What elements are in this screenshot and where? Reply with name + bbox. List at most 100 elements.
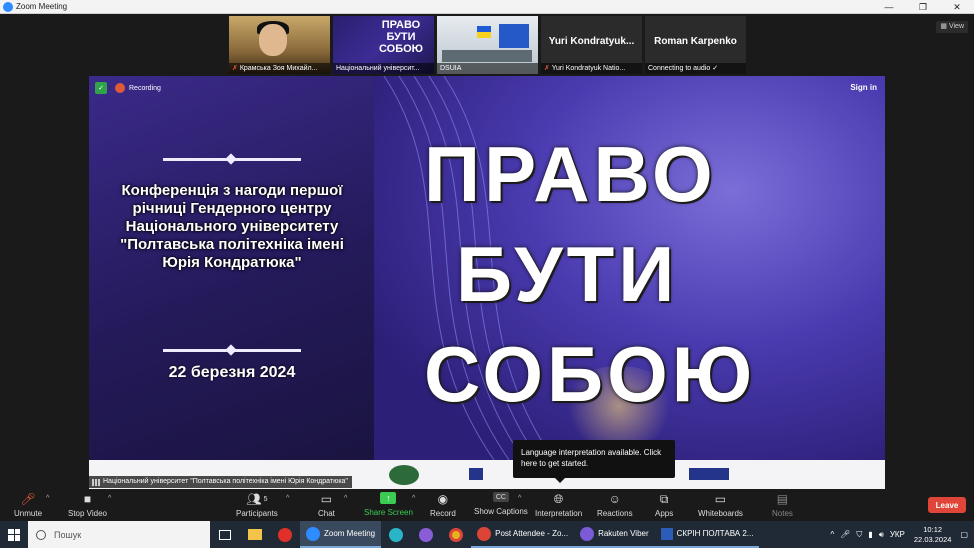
participant-name: DSUIA [437,63,538,74]
file-explorer-icon[interactable] [240,521,270,548]
partner-logo-icon [389,465,419,485]
muted-mic-icon: 🎤︎ [20,492,36,506]
participant-name: ✗ Крамська Зоя Михайл... [229,63,330,74]
share-screen-icon: ↑ [380,492,397,504]
participant-tile[interactable]: ✗ Крамська Зоя Михайл... [229,16,330,74]
apps-icon: ⧉ [659,491,669,506]
viber-icon [580,526,595,541]
windows-taskbar: Пошук Zoom Meeting Post Attendee - Zo...… [0,521,974,548]
close-button[interactable]: ✕ [940,0,974,14]
window-controls: — ❐ ✕ [872,0,974,14]
keyboard-language[interactable]: УКР [887,530,908,539]
minimize-button[interactable]: — [872,0,906,14]
share-screen-button[interactable]: ↑ Share Screen [364,492,413,517]
unmute-button[interactable]: 🎤︎ Unmute [14,492,42,518]
participants-icon: 👥︎ 5 [246,492,268,506]
drop-icon[interactable] [411,521,441,548]
zoom-icon [306,526,320,541]
slide-divider [163,344,301,356]
windows-logo-icon [8,528,20,541]
task-view-icon[interactable] [210,521,240,548]
interpretation-button[interactable]: 🌐︎ Interpretation [535,491,582,519]
chat-button[interactable]: ▭ Chat [318,492,335,518]
participants-chevron-icon[interactable]: ^ [286,495,289,502]
muted-mic-icon: ✗ [232,65,240,72]
participant-tile[interactable]: Roman Karpenko Connecting to audio ✓ [645,16,746,74]
record-icon: ◉ [437,492,449,506]
record-icon [115,83,125,93]
participant-strip: ✗ Крамська Зоя Михайл... ПРАВО БУТИ СОБО… [229,16,746,74]
taskbar-app-viber[interactable]: Rakuten Viber [574,521,655,548]
participant-tile[interactable]: DSUIA [437,16,538,74]
participant-display-name: Roman Karpenko [654,36,737,47]
mic-icon[interactable]: 🎤︎ [837,530,853,539]
recording-label: Recording [129,84,161,92]
smile-icon: ☺ [608,492,621,506]
taskbar-clock[interactable]: 10:12 22.03.2024 [908,525,958,545]
signal-icon [92,479,100,486]
chat-chevron-icon[interactable]: ^ [344,495,347,502]
maximize-button[interactable]: ❐ [906,0,940,14]
network-icon[interactable]: ▮ [865,530,875,539]
taskbar-app-word[interactable]: СКРІН ПОЛТАВА 2... [654,521,760,548]
audio-options-chevron-icon[interactable]: ^ [46,495,49,502]
participant-tile[interactable]: ПРАВО БУТИ СОБОЮ Національний університ.… [333,16,434,74]
participants-button[interactable]: 👥︎ 5 Participants [236,492,278,518]
video-options-chevron-icon[interactable]: ^ [108,495,111,502]
view-button[interactable]: ▦ View [936,21,968,33]
taskbar-app-chrome[interactable]: Post Attendee - Zo... [471,521,575,548]
share-chevron-icon[interactable]: ^ [412,495,415,502]
conference-text: Конференція з нагоди першої річниці Генд… [120,182,344,271]
record-button[interactable]: ◉ Record [430,492,456,518]
edge-icon[interactable] [381,521,411,548]
slide-divider [163,153,301,165]
zoom-logo-icon [3,1,13,12]
sharer-caption: Національний університет "Полтавська пол… [89,476,352,488]
whiteboard-icon: ▭ [714,492,727,506]
notifications-icon[interactable]: ▢ [957,530,974,539]
search-icon [36,529,46,540]
participant-video: ПРАВО БУТИ СОБОЮ [378,19,424,55]
globe-icon: 🌐︎ [553,491,564,506]
participant-name: ✗ Yuri Kondratyuk Natio... [541,63,642,74]
search-placeholder: Пошук [54,529,82,540]
security-icon[interactable]: ⛉ [853,530,865,540]
sign-in-link[interactable]: Sign in [850,83,877,92]
opera-icon[interactable] [270,521,300,548]
notes-icon: ▤ [776,492,789,506]
participant-display-name: Yuri Kondratyuk... [548,36,635,47]
window-title: Zoom Meeting [16,2,68,11]
captions-icon: CC [492,492,509,502]
reactions-button[interactable]: ☺ Reactions [597,492,633,518]
shared-screen: ✓ Recording Sign in Конференція з нагоди… [89,76,885,489]
grid-icon: ▦ [940,23,949,30]
slide-title: ПРАВО БУТИ СОБОЮ [424,130,757,418]
recording-indicator: ✓ Recording [95,82,161,94]
participant-video [259,24,287,56]
chrome-icon[interactable] [441,521,471,548]
speaker-icon[interactable]: 🔊︎ [876,530,887,540]
interpretation-tooltip[interactable]: Language interpretation available. Click… [513,440,675,483]
meeting-toolbar: 🎤︎ Unmute ^ ■ Stop Video ^ 👥︎ 5 Participa… [0,489,974,521]
notes-button[interactable]: ▤ Notes [772,492,793,518]
apps-button[interactable]: ⧉ Apps [655,491,673,519]
partner-logo-icon [469,468,483,480]
taskbar-search[interactable]: Пошук [28,521,210,548]
chat-icon: ▭ [320,492,333,506]
shield-icon[interactable]: ✓ [95,82,107,94]
whiteboards-button[interactable]: ▭ Whiteboards [698,492,743,518]
stop-video-button[interactable]: ■ Stop Video [68,492,107,518]
participant-tile[interactable]: Yuri Kondratyuk... ✗ Yuri Kondratyuk Nat… [541,16,642,74]
leave-button[interactable]: Leave [928,497,966,513]
participant-status: Connecting to audio ✓ [645,63,746,74]
captions-chevron-icon[interactable]: ^ [518,495,521,502]
video-camera-icon: ■ [83,492,92,506]
tray-chevron-icon[interactable]: ^ [827,530,837,539]
chrome-icon [477,526,492,541]
participant-name: Національний університ... [333,63,434,74]
word-icon [660,527,673,540]
muted-mic-icon: ✗ [544,65,552,72]
title-bar: Zoom Meeting — ❐ ✕ [0,0,974,14]
start-button[interactable] [0,521,28,548]
taskbar-app-zoom[interactable]: Zoom Meeting [300,521,382,548]
